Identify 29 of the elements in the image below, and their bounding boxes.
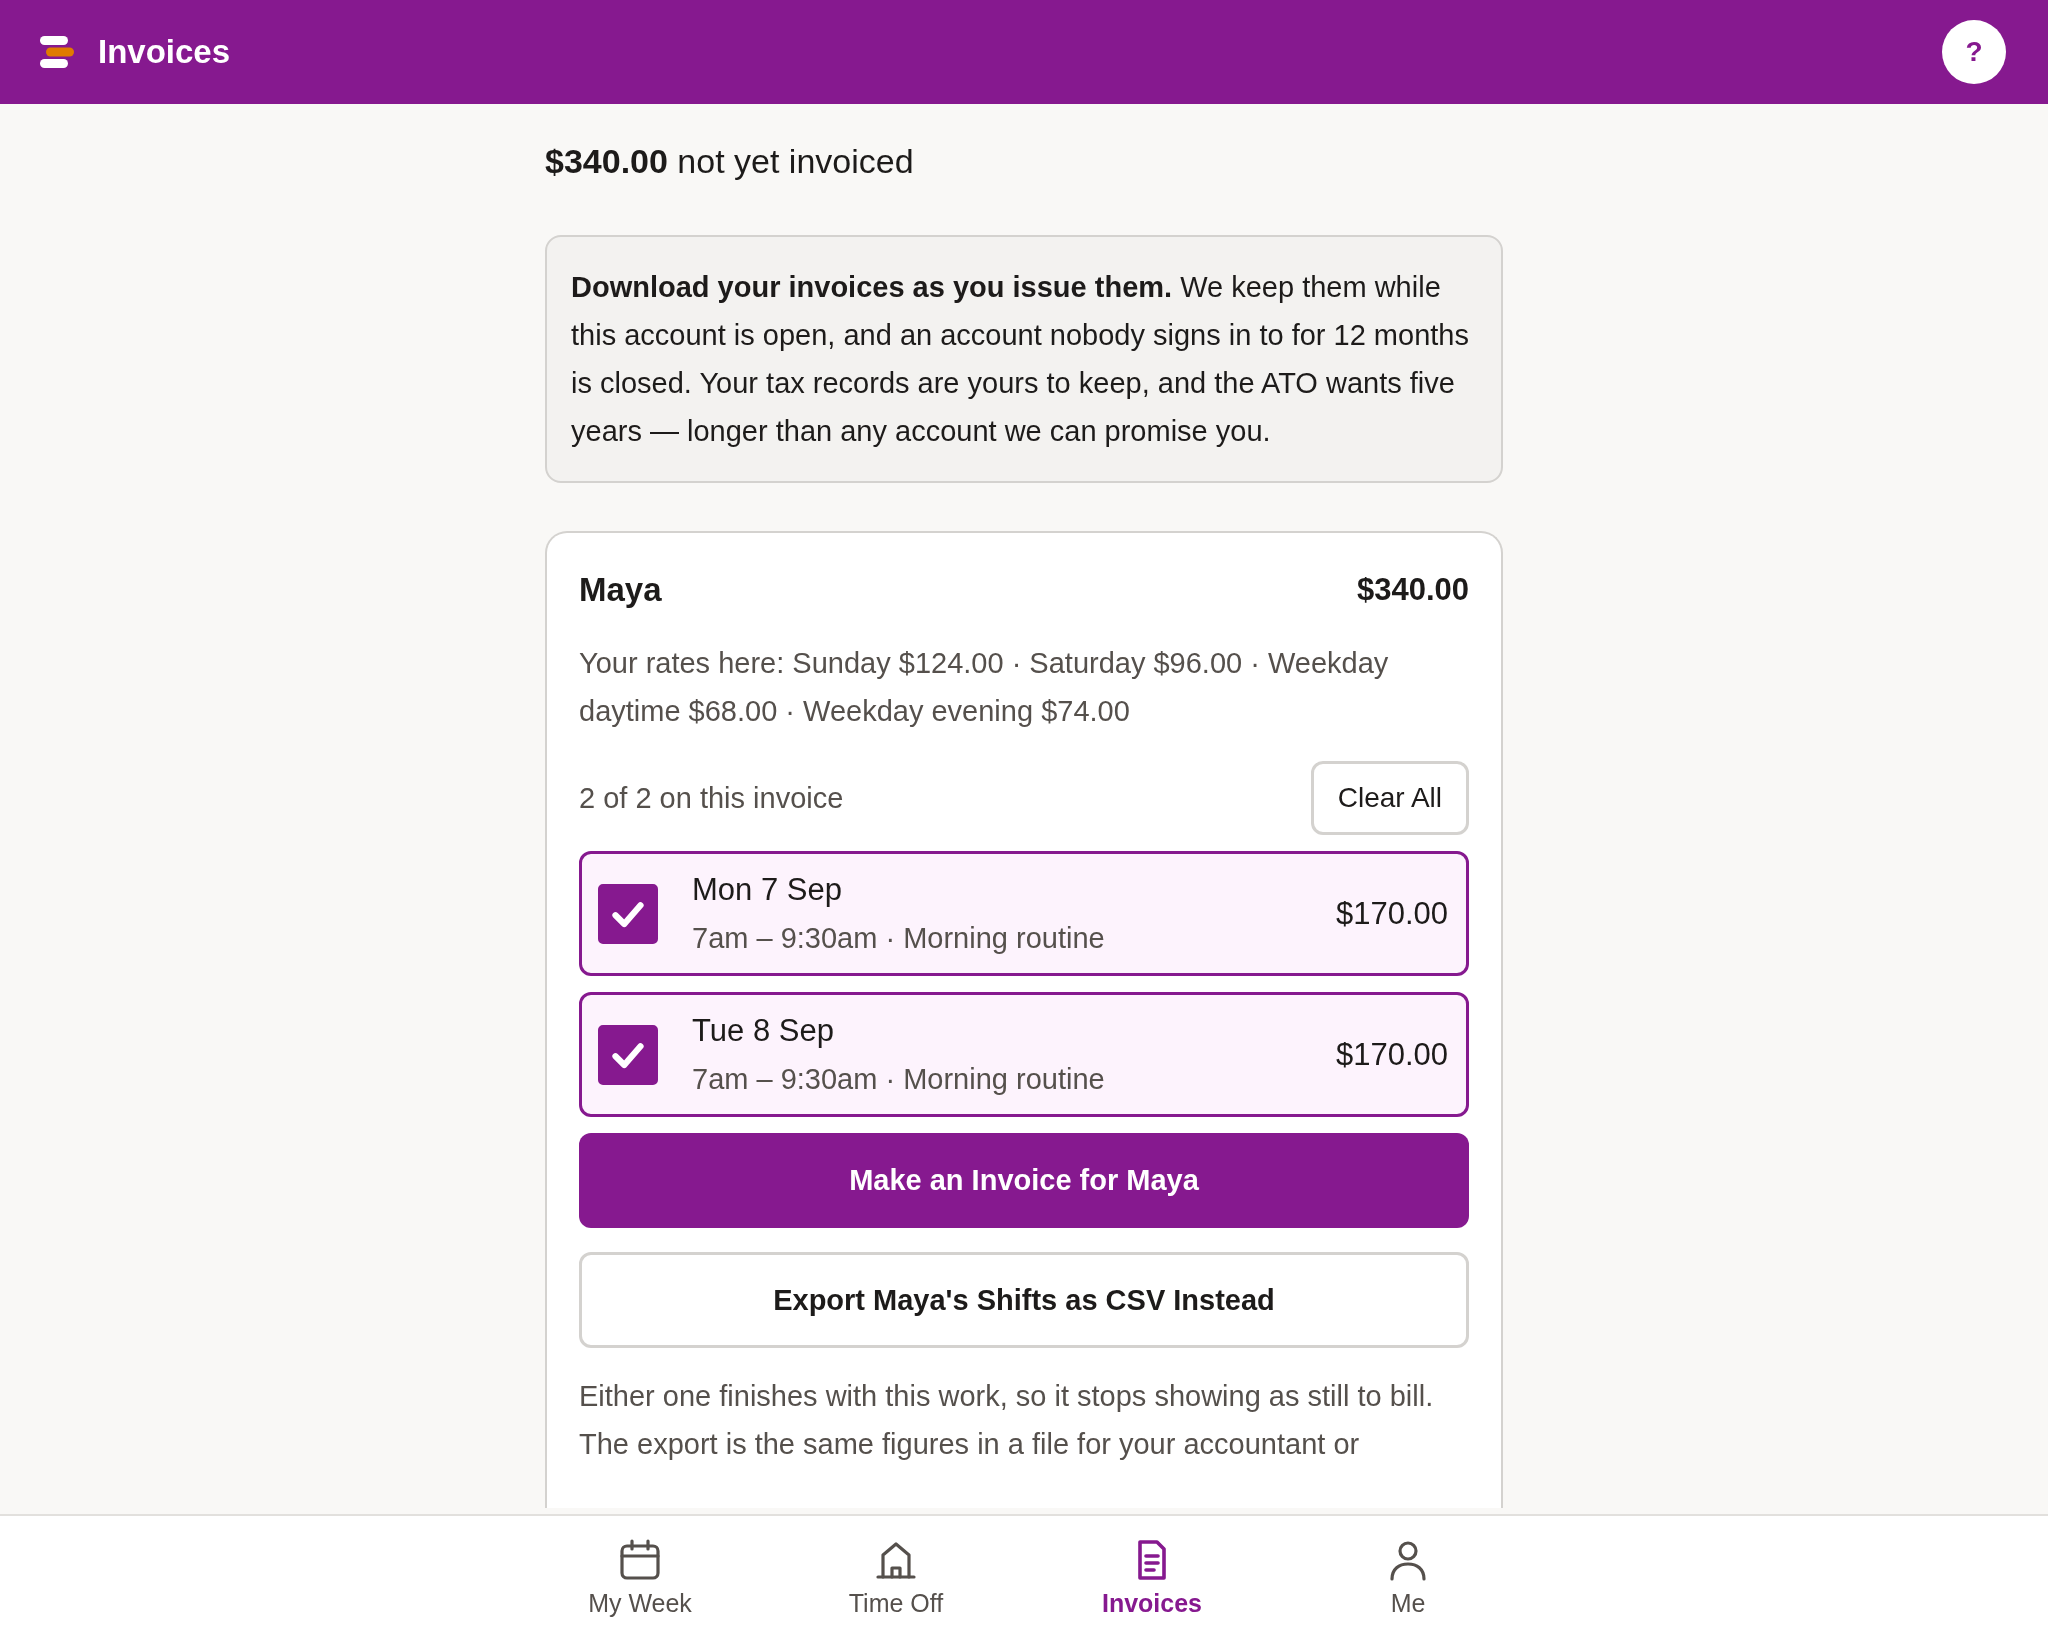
logo-icon [40,36,74,68]
shift-amount: $170.00 [1335,1036,1448,1073]
checkbox[interactable] [598,883,658,944]
export-csv-button[interactable]: Export Maya's Shifts as CSV Instead [579,1252,1469,1348]
nav-tab[interactable]: Me [1280,1516,1536,1640]
rates-text: Your rates here: Sunday $124.00 · Saturday $96.00 · Weekday daytime $68.00 · Weekday evening $74.00 [579,646,1390,729]
notice-text: Download your invoices as you issue them. We keep them while this account is open, and an account nobody signs in to for 12 months is closed. Your tax records are yours to keep, and the ATO wants five years — longer than any account we can promise you. [571,270,1470,449]
make-invoice-button[interactable]: Make an Invoice for Maya [579,1133,1469,1228]
shift-row[interactable]: Mon 7 Sep 7am – 9:30am · Morning routine $170.00 [579,851,1469,976]
shift-detail: 7am – 9:30am · Morning routine [692,1063,1106,1096]
shift-date: Mon 7 Sep [692,872,843,908]
footnote-text: Either one finishes with this work, so it stops showing as still to bill. The export is the same figures in a file for your accountant or [579,1379,1435,1462]
selection-count: 2 of 2 on this invoice [579,781,844,815]
calendar-icon [619,1538,661,1581]
client-total: $340.00 [1356,572,1469,608]
checkbox[interactable] [598,1024,658,1085]
person-icon [1387,1538,1429,1581]
nav-tab[interactable]: My Week [512,1516,768,1640]
clear-all-button[interactable]: Clear All [1310,761,1469,835]
shift-amount: $170.00 [1335,895,1448,932]
shift-date: Tue 8 Sep [692,1013,835,1049]
help-button[interactable]: ? [1942,20,2006,84]
nav-tab[interactable]: Time Off [768,1516,1024,1640]
client-name: Maya [579,571,662,609]
shift-row[interactable]: Tue 8 Sep 7am – 9:30am · Morning routine $170.00 [579,992,1469,1117]
page-title: Invoices [98,33,232,71]
shift-detail: 7am – 9:30am · Morning routine [692,922,1106,955]
nav-tab[interactable]: Invoices [1024,1516,1280,1640]
uninvoiced-summary: $340.00 not yet invoiced [545,142,915,181]
